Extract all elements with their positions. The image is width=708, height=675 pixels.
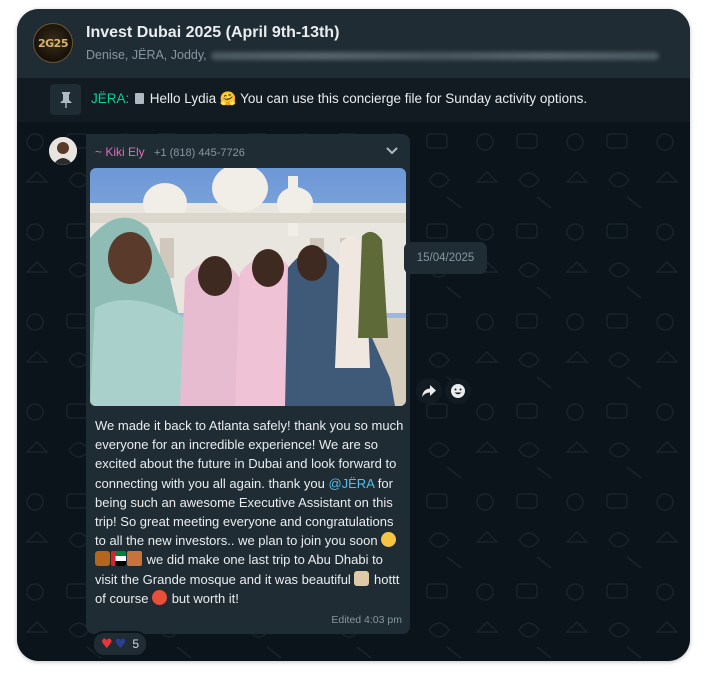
group-title[interactable]: Invest Dubai 2025 (April 9th-13th) — [86, 24, 339, 42]
pinned-message-text[interactable]: JËRA: Hello Lydia 🤗 You can use this con… — [91, 91, 587, 107]
reaction-count: 5 — [132, 637, 139, 651]
group-avatar-text: 2G25 — [38, 36, 69, 50]
pinned-text: Hello Lydia 🤗 You can use this concierge… — [149, 91, 588, 106]
forward-button[interactable] — [416, 378, 442, 404]
avatar-image — [49, 137, 77, 165]
reactions-pill[interactable]: ♥ ♥ 5 — [92, 631, 148, 657]
chat-header[interactable]: 2G25 Invest Dubai 2025 (April 9th-13th) … — [17, 9, 690, 77]
mosque-photo — [90, 168, 406, 406]
forward-icon — [422, 385, 436, 397]
mention-link[interactable]: @JËRA — [328, 476, 374, 491]
pin-button[interactable] — [50, 84, 81, 115]
blue-heart-icon: ♥ — [114, 636, 127, 652]
message-bubble[interactable]: ~ Kiki Ely +1 (818) 445-7726 We made it … — [86, 134, 410, 634]
pleading-face-emoji — [381, 532, 397, 548]
message-text: We made it back to Atlanta safely! thank… — [95, 416, 405, 608]
members-names: Denise, JËRA, Joddy, — [86, 48, 207, 62]
sender-avatar[interactable] — [49, 137, 77, 165]
chevron-down-icon[interactable] — [384, 142, 400, 158]
sender-info: ~ Kiki Ely +1 (818) 445-7726 — [95, 145, 245, 159]
group-avatar[interactable]: 2G25 — [33, 23, 73, 63]
blurred-members — [210, 51, 659, 60]
emoji-react-icon — [451, 384, 465, 398]
chat-window: 2G25 Invest Dubai 2025 (April 9th-13th) … — [17, 9, 690, 661]
date-badge: 15/04/2025 — [404, 242, 487, 274]
pin-icon — [59, 91, 72, 108]
edited-timestamp: Edited 4:03 pm — [331, 614, 402, 626]
red-heart-icon: ♥ — [101, 636, 113, 652]
sender-phone: +1 (818) 445-7726 — [154, 147, 245, 159]
group-members[interactable]: Denise, JËRA, Joddy, — [86, 48, 659, 62]
pinned-message-bar[interactable]: JËRA: Hello Lydia 🤗 You can use this con… — [17, 77, 690, 123]
uae-flag-emoji — [111, 551, 126, 567]
document-icon — [135, 93, 145, 104]
hot-face-emoji — [152, 589, 168, 605]
react-button[interactable] — [445, 378, 471, 404]
pinned-author: JËRA: — [91, 91, 130, 106]
house-emoji — [127, 551, 142, 567]
message-photo[interactable] — [90, 168, 406, 406]
message-area[interactable]: ~ Kiki Ely +1 (818) 445-7726 We made it … — [17, 122, 690, 661]
praying-hands-emoji — [95, 551, 110, 567]
message-text-part5: but worth it! — [168, 590, 239, 606]
mosque-emoji — [354, 570, 370, 586]
sender-name[interactable]: ~ Kiki Ely — [95, 145, 145, 159]
